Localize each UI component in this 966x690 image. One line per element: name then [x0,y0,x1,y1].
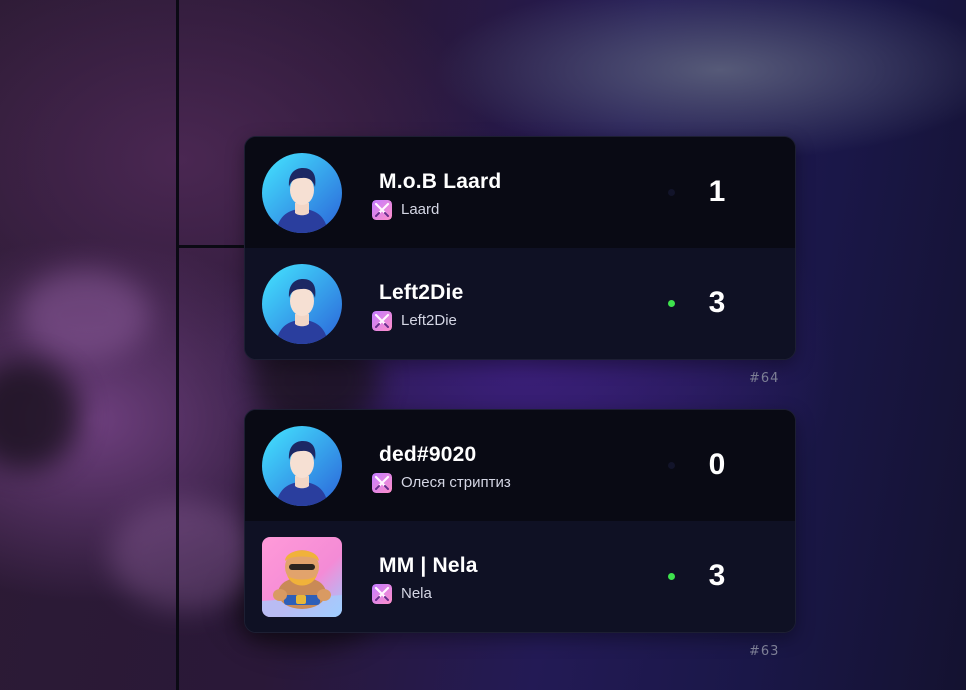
background-blur-shape [0,360,80,470]
match-id-label: #63 [749,644,780,659]
default-user-avatar-icon [262,426,342,506]
match-id-label: #64 [749,371,780,386]
default-user-avatar-icon [262,153,342,233]
online-status-dot [668,573,675,580]
offline-status-dot [668,462,675,469]
player-subtitle: Laard [401,201,440,218]
crossed-swords-game-icon [372,584,392,604]
barbarian-avatar-icon [262,537,342,617]
player-subtitle: Left2Die [401,312,457,329]
team-row[interactable]: M.o.B Laard Laard 1 [245,137,795,248]
team-name[interactable]: MM | Nela [379,554,478,578]
background-blur-shape [20,270,150,360]
team-score: 3 [708,286,726,319]
offline-status-dot [668,189,675,196]
team-name[interactable]: Left2Die [379,281,463,305]
match-card[interactable]: ded#9020 Олеся стриптиз 0 MM | Nela Nela… [244,409,796,633]
crossed-swords-game-icon [372,473,392,493]
team-score: 1 [708,175,726,208]
default-user-avatar-icon [262,264,342,344]
player-subtitle: Nela [401,585,432,602]
background-blur-shape [110,500,260,610]
match-card[interactable]: M.o.B Laard Laard 1 Left2Die Left2Die 3 [244,136,796,360]
crossed-swords-game-icon [372,311,392,331]
team-score: 0 [708,448,726,481]
crossed-swords-game-icon [372,200,392,220]
team-name[interactable]: ded#9020 [379,443,476,467]
bracket-connector-horizontal [176,245,246,248]
bracket-connector-vertical [176,0,179,690]
team-row[interactable]: MM | Nela Nela 3 [245,521,795,632]
team-row[interactable]: ded#9020 Олеся стриптиз 0 [245,410,795,521]
team-name[interactable]: M.o.B Laard [379,170,501,194]
team-row[interactable]: Left2Die Left2Die 3 [245,248,795,359]
team-score: 3 [708,559,726,592]
online-status-dot [668,300,675,307]
player-subtitle: Олеся стриптиз [401,474,511,491]
